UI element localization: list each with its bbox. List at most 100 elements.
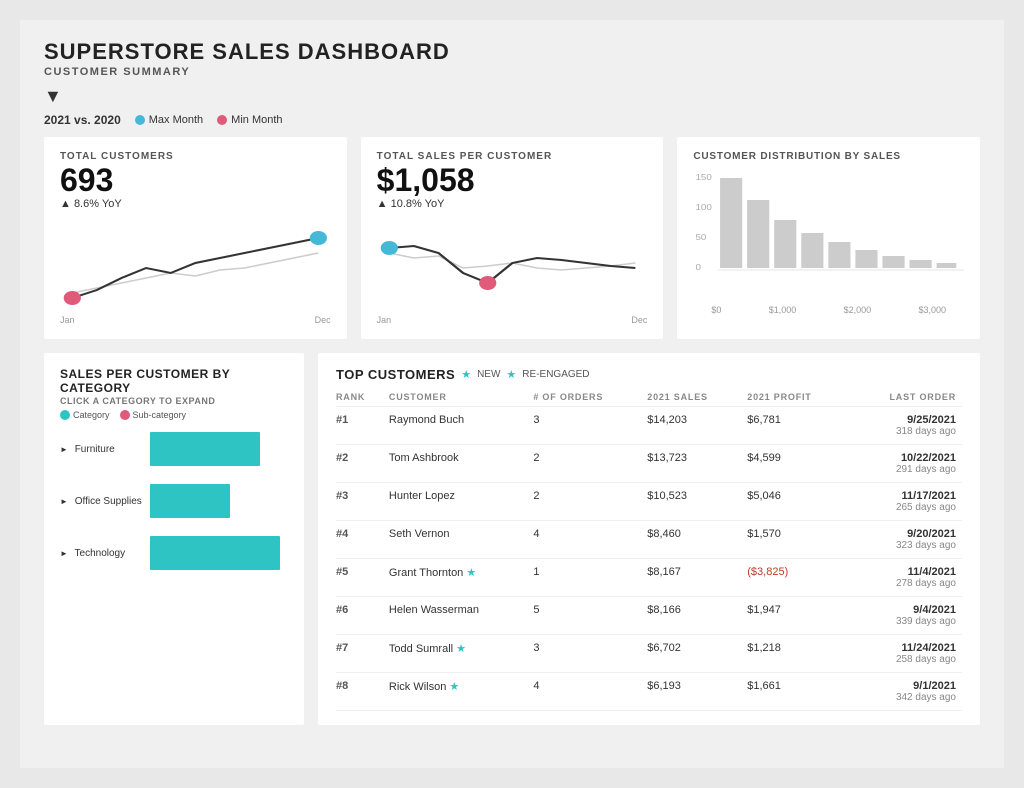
sales-cell: $8,167: [647, 559, 747, 597]
col-rank: RANK: [336, 388, 389, 407]
orders-cell: 4: [533, 521, 647, 559]
max-dot: [135, 115, 145, 125]
order-days: 258 days ago: [853, 654, 956, 665]
orders-cell: 3: [533, 407, 647, 445]
order-date: 9/4/2021: [853, 604, 956, 616]
bottom-row: SALES PER CUSTOMER BY CATEGORY CLICK A C…: [44, 353, 980, 725]
category-panel-subtitle: CLICK A CATEGORY TO EXPAND: [60, 396, 288, 406]
profit-cell: $4,599: [747, 445, 853, 483]
filter-icon[interactable]: ▼: [44, 86, 980, 107]
order-date: 11/4/2021: [853, 566, 956, 578]
chart-dec-label: Dec: [315, 315, 331, 325]
office-supplies-row[interactable]: ► Office Supplies: [60, 484, 288, 518]
customers-chart: Jan Dec: [60, 218, 331, 325]
rank-cell: #8: [336, 673, 389, 711]
furniture-row[interactable]: ► Furniture: [60, 432, 288, 466]
customer-name: Grant Thornton ★: [389, 559, 533, 597]
order-days: 323 days ago: [853, 540, 956, 551]
profit-cell: ($3,825): [747, 559, 853, 597]
rank-cell: #2: [336, 445, 389, 483]
rank-cell: #6: [336, 597, 389, 635]
chart-jan-label: Jan: [60, 315, 75, 325]
min-dot: [217, 115, 227, 125]
total-sales-value: $1,058: [377, 164, 648, 196]
sales-cell: $13,723: [647, 445, 747, 483]
order-days: 265 days ago: [853, 502, 956, 513]
office-supplies-label: ► Office Supplies: [60, 496, 150, 507]
order-date: 9/25/2021: [853, 414, 956, 426]
dashboard-subtitle: CUSTOMER SUMMARY: [44, 66, 980, 78]
order-date: 9/1/2021: [853, 680, 956, 692]
orders-cell: 1: [533, 559, 647, 597]
category-legend: Category Sub-category: [60, 410, 288, 420]
profit-cell: $1,570: [747, 521, 853, 559]
customer-name: Rick Wilson ★: [389, 673, 533, 711]
orders-cell: 4: [533, 673, 647, 711]
last-order-cell: 10/22/2021 291 days ago: [853, 445, 962, 483]
legend-min-label: Min Month: [231, 114, 282, 126]
col-profit: 2021 PROFIT: [747, 388, 853, 407]
dashboard: SUPERSTORE SALES DASHBOARD CUSTOMER SUMM…: [20, 20, 1004, 768]
technology-row[interactable]: ► Technology: [60, 536, 288, 570]
orders-cell: 3: [533, 635, 647, 673]
last-order-cell: 9/4/2021 339 days ago: [853, 597, 962, 635]
dist-x-1000: $1,000: [769, 305, 797, 315]
customer-name: Todd Sumrall ★: [389, 635, 533, 673]
legend-max-label: Max Month: [149, 114, 203, 126]
legend-year: 2021 vs. 2020: [44, 113, 121, 127]
last-order-cell: 9/25/2021 318 days ago: [853, 407, 962, 445]
category-panel: SALES PER CUSTOMER BY CATEGORY CLICK A C…: [44, 353, 304, 725]
furniture-bar: [150, 432, 260, 466]
dist-x-2000: $2,000: [844, 305, 872, 315]
office-bar-container: [150, 484, 288, 518]
distribution-chart: 150 100 50 0: [693, 170, 964, 315]
order-days: 342 days ago: [853, 692, 956, 703]
sales-cell: $8,460: [647, 521, 747, 559]
sales-cell: $8,166: [647, 597, 747, 635]
technology-label: ► Technology: [60, 548, 150, 559]
table-row: #6 Helen Wasserman 5 $8,166 $1,947 9/4/2…: [336, 597, 962, 635]
customer-name: Seth Vernon: [389, 521, 533, 559]
rank-cell: #1: [336, 407, 389, 445]
order-date: 9/20/2021: [853, 528, 956, 540]
total-customers-value: 693: [60, 164, 331, 196]
tech-bar: [150, 536, 280, 570]
top-customers-header-row: TOP CUSTOMERS ★ NEW ★ RE-ENGAGED: [336, 367, 962, 382]
top-row: TOTAL CUSTOMERS 693 ▲ 8.6% YoY Jan Dec: [44, 137, 980, 339]
reengaged-label: RE-ENGAGED: [522, 369, 589, 380]
category-panel-title: SALES PER CUSTOMER BY CATEGORY: [60, 367, 288, 395]
customer-name: Raymond Buch: [389, 407, 533, 445]
col-customer: CUSTOMER: [389, 388, 533, 407]
sales-cell: $6,193: [647, 673, 747, 711]
order-days: 339 days ago: [853, 616, 956, 627]
total-sales-yoy: ▲ 10.8% YoY: [377, 198, 648, 210]
total-sales-card: TOTAL SALES PER CUSTOMER $1,058 ▲ 10.8% …: [361, 137, 664, 339]
total-sales-title: TOTAL SALES PER CUSTOMER: [377, 151, 648, 162]
order-days: 318 days ago: [853, 426, 956, 437]
legend-category-label: Category: [73, 410, 110, 420]
pink-dot-sub: [120, 410, 130, 420]
last-order-cell: 9/20/2021 323 days ago: [853, 521, 962, 559]
rank-cell: #4: [336, 521, 389, 559]
furniture-arrow: ►: [60, 445, 68, 454]
col-last-order: LAST ORDER: [853, 388, 962, 407]
dist-x-3000: $3,000: [918, 305, 946, 315]
office-arrow: ►: [60, 497, 68, 506]
order-date: 10/22/2021: [853, 452, 956, 464]
sales-cell: $6,702: [647, 635, 747, 673]
header-section: SUPERSTORE SALES DASHBOARD CUSTOMER SUMM…: [44, 40, 980, 78]
svg-text:100: 100: [696, 203, 712, 212]
customers-table: RANK CUSTOMER # OF ORDERS 2021 SALES 202…: [336, 388, 962, 711]
total-customers-card: TOTAL CUSTOMERS 693 ▲ 8.6% YoY Jan Dec: [44, 137, 347, 339]
category-list: ► Furniture ► Office Supplies: [60, 432, 288, 570]
sales-chart-jan: Jan: [377, 315, 392, 325]
legend-subcategory-label: Sub-category: [133, 410, 187, 420]
col-sales: 2021 SALES: [647, 388, 747, 407]
table-row: #2 Tom Ashbrook 2 $13,723 $4,599 10/22/2…: [336, 445, 962, 483]
rank-cell: #5: [336, 559, 389, 597]
legend-min: Min Month: [217, 114, 282, 126]
office-bar: [150, 484, 230, 518]
table-row: #3 Hunter Lopez 2 $10,523 $5,046 11/17/2…: [336, 483, 962, 521]
distribution-title: CUSTOMER DISTRIBUTION BY SALES: [693, 151, 964, 162]
total-customers-yoy: ▲ 8.6% YoY: [60, 198, 331, 210]
